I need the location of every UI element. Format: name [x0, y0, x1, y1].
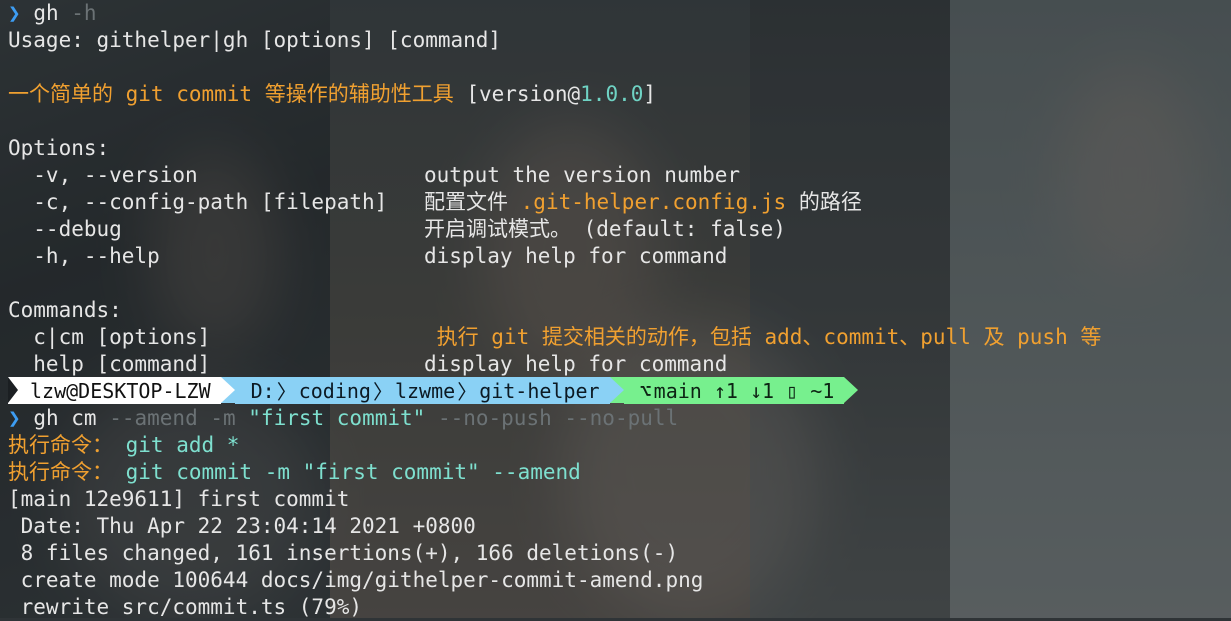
git-branch-icon: ⌥	[639, 378, 652, 403]
option-desc: 配置文件 .git-helper.config.js 的路径	[424, 190, 862, 214]
option-row: -v, --version	[8, 163, 198, 187]
path-separator-icon: 〉	[372, 380, 393, 404]
path-separator-icon: 〉	[276, 380, 297, 404]
prompt-chevron-icon: ❯	[8, 406, 21, 430]
prompt-chevron-icon: ❯	[8, 1, 21, 25]
option-desc: display help for command	[424, 244, 728, 268]
description-line: 一个简单的 git commit 等操作的辅助性工具 [version@1.0.…	[8, 82, 657, 106]
prompt-user-segment: lzw@DESKTOP-LZW	[8, 377, 221, 404]
option-row: -h, --help	[8, 244, 160, 268]
prompt-bar: lzw@DESKTOP-LZW D: 〉 coding 〉 lzwme 〉 git-help…	[8, 377, 859, 404]
command-desc: display help for command	[424, 352, 728, 376]
exec-line: 执行命令： git add *	[8, 433, 240, 457]
option-desc: 开启调试模式。 (default: false)	[424, 217, 786, 241]
terminal-output[interactable]: ❯ gh -h Usage: githelper|gh [options] [c…	[0, 0, 1231, 619]
path-separator-icon: 〉	[457, 380, 478, 404]
command-line-2: ❯ gh cm --amend -m "first commit" --no-p…	[8, 406, 679, 430]
prompt-git-segment: ⌥ main ↑1 ↓1 ▯ ~1	[623, 377, 845, 404]
powerline-separator-icon	[609, 377, 624, 403]
output-line: Date: Thu Apr 22 23:04:14 2021 +0800	[8, 514, 476, 538]
option-row: -c, --config-path [filepath]	[8, 190, 388, 214]
command-desc: 执行 git 提交相关的动作，包括 add、commit、pull 及 push…	[424, 325, 1102, 349]
command-row: help [command]	[8, 352, 211, 376]
segment-start-arrow-icon	[8, 377, 18, 403]
output-line: create mode 100644 docs/img/githelper-co…	[8, 568, 704, 592]
commands-header: Commands:	[8, 298, 122, 322]
powerline-separator-icon	[844, 377, 859, 403]
powerline-separator-icon	[220, 377, 235, 403]
usage-line: Usage: githelper|gh [options] [command]	[8, 28, 502, 52]
output-line: [main 12e9611] first commit	[8, 487, 350, 511]
option-row: --debug	[8, 217, 122, 241]
options-header: Options:	[8, 136, 110, 160]
option-desc: output the version number	[424, 163, 741, 187]
prompt-path-segment: D: 〉 coding 〉 lzwme 〉 git-helper	[234, 377, 610, 404]
command-row: c|cm [options]	[8, 325, 211, 349]
output-line: rewrite src/commit.ts (79%)	[8, 595, 363, 619]
exec-line: 执行命令： git commit -m "first commit" --ame…	[8, 460, 581, 484]
output-line: 8 files changed, 161 insertions(+), 166 …	[8, 541, 679, 565]
command-line-1: ❯ gh -h	[8, 1, 97, 25]
